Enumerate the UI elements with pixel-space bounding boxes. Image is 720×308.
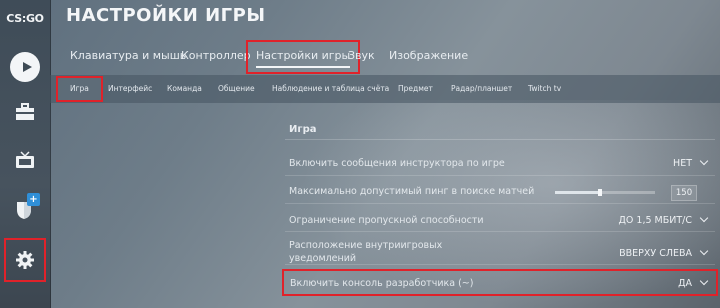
dev-console-dropdown[interactable]: ДА <box>678 276 709 289</box>
tab-game-settings-label: Настройки игры <box>256 49 351 62</box>
tab-video[interactable]: Изображение <box>389 40 468 74</box>
dropdown-value: ДО 1,5 МБИТ/С <box>618 215 692 226</box>
tab-keyboard-mouse[interactable]: Клавиатура и мышь <box>70 40 186 74</box>
subtab-team[interactable]: Команда <box>167 75 202 103</box>
active-tab-underline <box>256 66 351 68</box>
subtab-spectator-scoreboard[interactable]: Наблюдение и таблица счёта <box>272 75 389 103</box>
setting-label-line1: Расположение внутриигровых <box>289 240 443 251</box>
subtab-item[interactable]: Предмет <box>398 75 433 103</box>
subtab-twitch[interactable]: Twitch tv <box>528 75 561 103</box>
setting-label: Расположение внутриигровых уведомлений <box>289 239 442 265</box>
gear-icon <box>16 251 34 269</box>
watch-button[interactable] <box>0 140 50 180</box>
tv-icon <box>16 151 34 168</box>
tab-game-settings[interactable]: Настройки игры <box>246 40 361 74</box>
page-title: НАСТРОЙКИ ИГРЫ <box>66 5 266 26</box>
news-button[interactable]: + <box>0 188 50 228</box>
tab-sound[interactable]: Звук <box>348 40 375 74</box>
subtab-interface[interactable]: Интерфейс <box>108 75 152 103</box>
new-badge: + <box>27 193 40 206</box>
chevron-down-icon <box>699 246 709 256</box>
subtab-game[interactable]: Игра <box>56 76 103 102</box>
setting-row-instructor: Включить сообщения инструктора по игре Н… <box>285 154 715 176</box>
subtab-communication[interactable]: Общение <box>218 75 255 103</box>
play-icon <box>23 62 32 72</box>
dropdown-value: НЕТ <box>673 158 692 169</box>
section-title: Игра <box>289 124 317 135</box>
chevron-down-icon <box>699 276 709 286</box>
section-divider <box>285 139 715 140</box>
setting-row-notifications: Расположение внутриигровых уведомлений В… <box>285 237 715 265</box>
setting-row-bandwidth: Ограничение пропускной способности ДО 1,… <box>285 210 715 232</box>
tab-controller[interactable]: Контроллер <box>181 40 251 74</box>
setting-label: Включить сообщения инструктора по игре <box>289 158 505 169</box>
notifications-dropdown[interactable]: ВВЕРХУ СЛЕВА <box>619 246 709 259</box>
subtab-radar[interactable]: Радар/планшет <box>451 75 512 103</box>
settings-button[interactable] <box>4 238 46 282</box>
setting-label: Включить консоль разработчика (~) <box>290 278 474 289</box>
inventory-button[interactable] <box>0 92 50 132</box>
play-button[interactable] <box>0 48 50 88</box>
slider-fill <box>555 191 600 194</box>
sub-tab-bar: Игра Интерфейс Команда Общение Наблюдени… <box>50 75 720 103</box>
instructor-dropdown[interactable]: НЕТ <box>673 156 709 169</box>
bandwidth-dropdown[interactable]: ДО 1,5 МБИТ/С <box>618 213 709 226</box>
chevron-down-icon <box>699 213 709 223</box>
dropdown-value: ВВЕРХУ СЛЕВА <box>619 248 692 259</box>
left-sidebar: CS:GO + <box>0 0 51 308</box>
max-ping-slider[interactable] <box>555 189 655 196</box>
setting-label: Максимально допустимый пинг в поиске мат… <box>289 186 535 197</box>
setting-row-max-ping: Максимально допустимый пинг в поиске мат… <box>285 182 715 204</box>
dropdown-value: ДА <box>678 278 692 289</box>
max-ping-input[interactable]: 150 <box>671 185 697 201</box>
setting-label: Ограничение пропускной способности <box>289 215 484 226</box>
csgo-logo: CS:GO <box>6 12 44 25</box>
chevron-down-icon <box>699 156 709 166</box>
slider-thumb[interactable] <box>598 189 602 196</box>
briefcase-icon <box>16 103 34 120</box>
setting-row-dev-console: Включить консоль разработчика (~) ДА <box>282 269 718 296</box>
